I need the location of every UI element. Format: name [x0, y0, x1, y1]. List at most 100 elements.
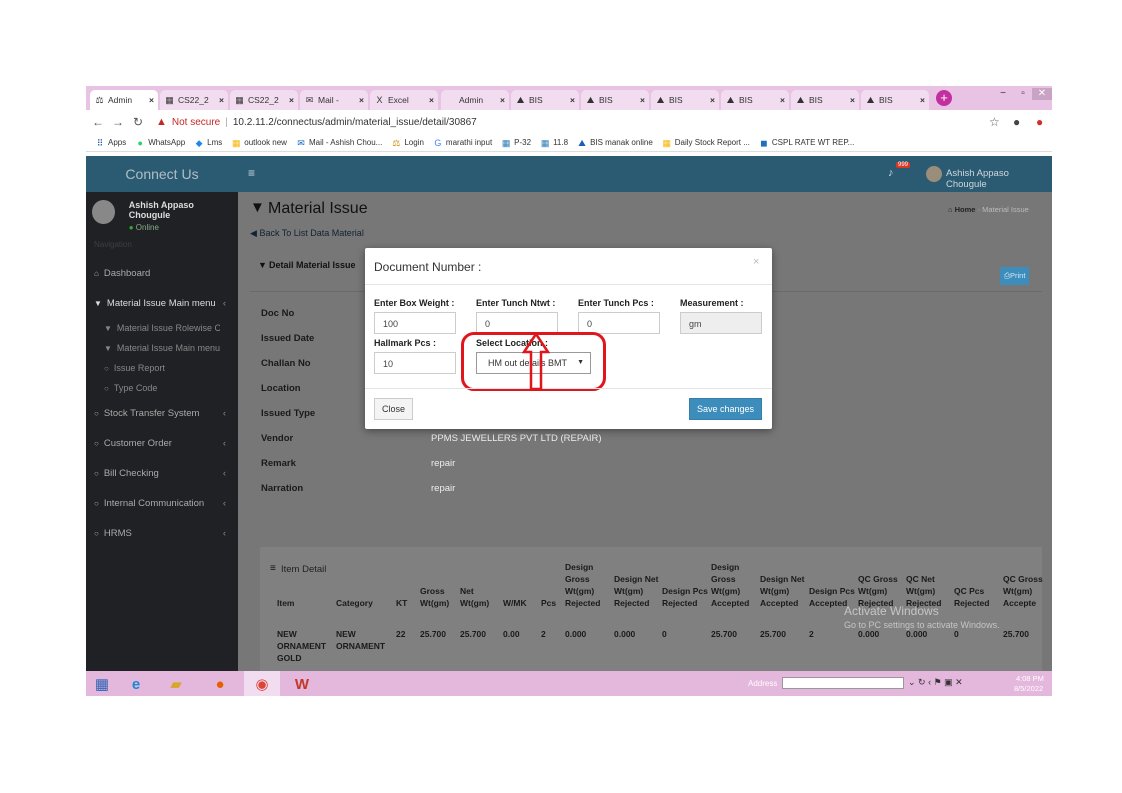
bookmark-item[interactable]: Gmarathi input	[433, 138, 492, 148]
topbar-avatar[interactable]	[926, 166, 942, 182]
tab-label: CS22_2	[178, 95, 209, 105]
tab-close-icon[interactable]: ×	[429, 95, 434, 105]
sidebar-item[interactable]: ○ Customer Order ‹	[86, 428, 238, 458]
breadcrumb-home[interactable]: Home	[955, 205, 976, 214]
taskbar-address-input[interactable]	[782, 677, 904, 689]
sidebar-item[interactable]: ▼ Material Issue Main menu ‹	[86, 288, 238, 318]
sidebar-item[interactable]: ○ Bill Checking ‹	[86, 458, 238, 488]
ie-icon[interactable]: e	[124, 674, 148, 694]
bookmark-item[interactable]: ▦ 11.8	[540, 138, 568, 148]
chrome-icon[interactable]: ◉	[250, 674, 274, 694]
detail-label: Challan No	[261, 358, 311, 369]
bookmark-item[interactable]: ✉ Mail - Ashish Chou...	[296, 138, 382, 148]
tab-favicon-icon: ▦	[235, 94, 244, 105]
browser-tab[interactable]: ▦ CS22_2 ×	[160, 90, 228, 110]
browser-tab[interactable]: ⛰ BIS ×	[791, 90, 859, 110]
url-text[interactable]: 10.2.11.2/connectus/admin/material_issue…	[233, 117, 477, 128]
browser-tab[interactable]: Admin ×	[441, 90, 509, 110]
tab-close-icon[interactable]: ×	[289, 95, 294, 105]
browser-tab[interactable]: ⛰ BIS ×	[861, 90, 929, 110]
close-button[interactable]: Close	[374, 398, 413, 420]
sidebar-subitem[interactable]: ▼ Material Issue Rolewise Check	[86, 318, 238, 338]
sidebar-item[interactable]: ○ HRMS ‹	[86, 518, 238, 548]
back-link[interactable]: ◀ Back To List Data Material	[250, 228, 364, 239]
wps-icon[interactable]: W	[290, 674, 314, 694]
bookmark-label: CSPL RATE WT REP...	[771, 138, 855, 147]
sidebar-item[interactable]: ○ Stock Transfer System ‹	[86, 398, 238, 428]
browser-tab[interactable]: ▦ CS22_2 ×	[230, 90, 298, 110]
browser-tab[interactable]: ✉ Mail - ×	[300, 90, 368, 110]
table-header: Item	[277, 598, 295, 608]
new-tab-button[interactable]: +	[936, 90, 952, 106]
notif-badge: 999	[896, 162, 911, 168]
bookmark-item[interactable]: ⚖ Login	[391, 138, 424, 148]
tab-close-icon[interactable]: ×	[219, 95, 224, 105]
browser-tab[interactable]: ⚖ Admin ×	[90, 90, 158, 110]
tab-close-icon[interactable]: ×	[149, 95, 154, 105]
bookmarks-bar: ⠿ Apps ● WhatsApp ◆ Lms ▦ outlook new ✉ Mail - As…	[86, 134, 1052, 152]
tab-favicon-icon: ⛰	[866, 94, 875, 105]
box-weight-input[interactable]: 100	[374, 312, 456, 334]
topbar-user-name[interactable]: Ashish Appaso Chougule	[946, 168, 1052, 190]
bookmark-item[interactable]: ◼ CSPL RATE WT REP...	[759, 138, 854, 148]
table-cell: 25.700	[420, 629, 446, 639]
browser-tab[interactable]: ⛰ BIS ×	[511, 90, 579, 110]
firefox-icon[interactable]: ●	[208, 674, 232, 694]
tab-close-icon[interactable]: ×	[570, 95, 575, 105]
bookmark-icon: G	[434, 137, 442, 148]
bookmark-label: outlook new	[244, 138, 287, 147]
window-close-icon[interactable]: ✕	[1032, 88, 1052, 100]
tab-close-icon[interactable]: ×	[780, 95, 785, 105]
detail-value: repair	[431, 483, 456, 494]
back-circle-icon: ◀	[250, 228, 257, 238]
windows-start-icon[interactable]: ▦	[90, 674, 114, 694]
star-icon[interactable]: ☆	[989, 115, 1000, 129]
bookmark-item[interactable]: ⠿ Apps	[95, 138, 127, 148]
bookmark-item[interactable]: ▦ outlook new	[231, 138, 287, 148]
browser-tab[interactable]: ⛰ BIS ×	[651, 90, 719, 110]
hallmark-input[interactable]: 10	[374, 352, 456, 374]
profile-icon[interactable]: ●	[1013, 115, 1020, 129]
bell-icon[interactable]: ♪	[888, 167, 894, 179]
tab-close-icon[interactable]: ×	[920, 95, 925, 105]
sidebar-item[interactable]: ○ Internal Communication ‹	[86, 488, 238, 518]
hamburger-icon[interactable]: ≡	[248, 166, 255, 180]
tunch-pcs-input[interactable]: 0	[578, 312, 660, 334]
tab-close-icon[interactable]: ×	[850, 95, 855, 105]
brand-logo[interactable]: Connect Us	[86, 156, 238, 192]
tunch-ntwt-input[interactable]: 0	[476, 312, 558, 334]
sidebar-subitem[interactable]: ▼ Material Issue Main menu	[86, 338, 238, 358]
browser-tab[interactable]: X Excel ×	[370, 90, 438, 110]
tab-close-icon[interactable]: ×	[640, 95, 645, 105]
close-icon[interactable]: ×	[753, 256, 759, 268]
bookmark-item[interactable]: ⛰ BIS manak online	[577, 138, 652, 148]
back-arrow-icon[interactable]: ←	[90, 115, 106, 129]
bookmark-label: P-32	[514, 138, 532, 147]
reload-icon[interactable]: ↻	[130, 115, 146, 129]
forward-arrow-icon[interactable]: →	[110, 115, 126, 129]
opera-icon[interactable]: ●	[1036, 115, 1043, 129]
bookmark-item[interactable]: ▦ Daily Stock Report ...	[662, 138, 750, 148]
user-name: Ashish Appaso Chougule	[128, 200, 194, 220]
tray-time: 4:08 PM	[1016, 674, 1044, 683]
bookmark-item[interactable]: ● WhatsApp	[135, 137, 186, 148]
maximize-icon[interactable]: ▫	[1014, 88, 1032, 99]
bookmark-item[interactable]: ◆ Lms	[194, 138, 223, 148]
sidebar-subitem[interactable]: ○ Issue Report	[86, 358, 238, 378]
bookmark-icon: ●	[137, 137, 143, 148]
save-changes-button[interactable]: Save changes	[689, 398, 762, 420]
tab-close-icon[interactable]: ×	[500, 95, 505, 105]
sidebar-subitem[interactable]: ○ Type Code	[86, 378, 238, 398]
tab-close-icon[interactable]: ×	[710, 95, 715, 105]
sidebar-item[interactable]: ⌂ Dashboard	[86, 258, 238, 288]
security-label[interactable]: Not secure	[172, 117, 220, 128]
sidebar-item-icon: ○	[94, 468, 99, 478]
minimize-icon[interactable]: −	[994, 88, 1012, 99]
browser-tab[interactable]: ⛰ BIS ×	[581, 90, 649, 110]
tab-close-icon[interactable]: ×	[359, 95, 364, 105]
chevron-left-icon: ‹	[222, 297, 226, 309]
file-explorer-icon[interactable]: ▰	[164, 674, 188, 694]
print-button[interactable]: ⎙Print	[1000, 267, 1030, 285]
browser-tab[interactable]: ⛰ BIS ×	[721, 90, 789, 110]
bookmark-item[interactable]: ▦ P-32	[501, 138, 531, 148]
